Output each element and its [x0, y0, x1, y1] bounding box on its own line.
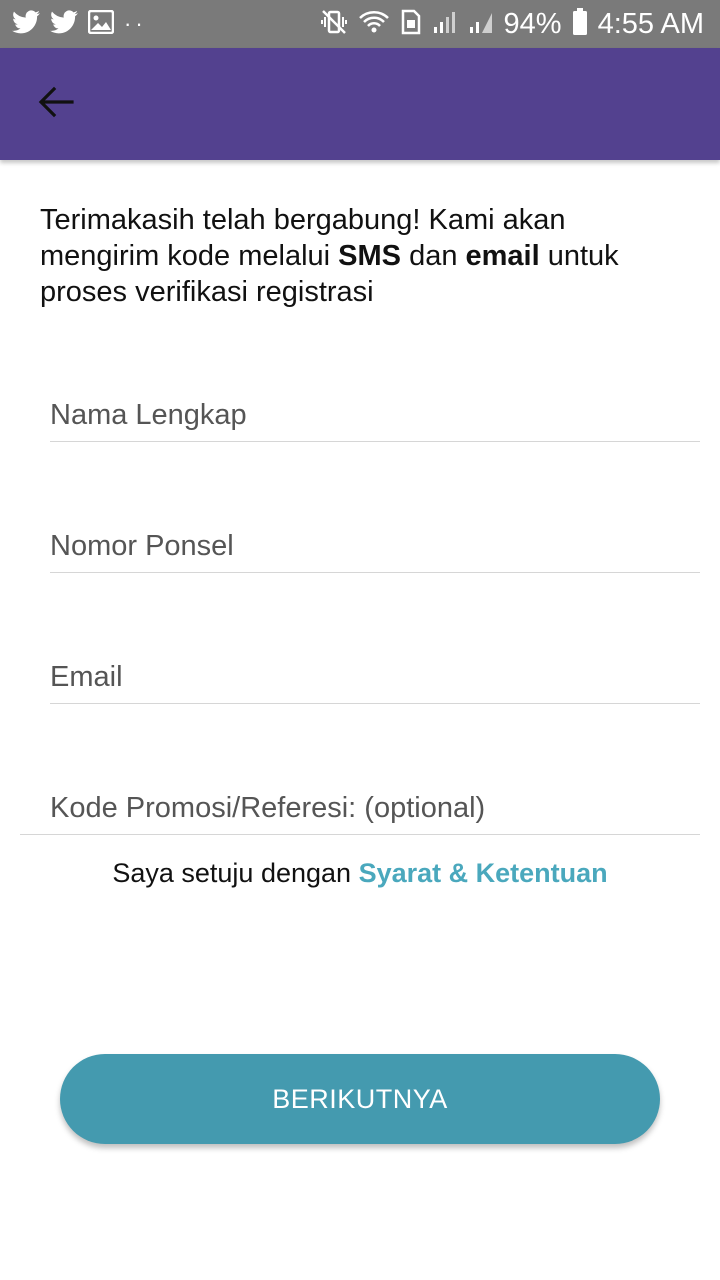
status-bar-right: 94% 4:55 AM: [320, 6, 704, 42]
intro-text-part2: dan: [401, 240, 466, 272]
twitter-icon: [12, 9, 40, 39]
app-bar: [0, 48, 720, 160]
promo-code-field[interactable]: [50, 788, 700, 828]
status-bar-left: ··: [12, 9, 147, 39]
full-name-field-container: [50, 382, 700, 442]
battery-percent: 94%: [503, 7, 562, 40]
signal-icon: [432, 9, 458, 40]
intro-text: Terimakasih telah bergabung! Kami akan m…: [40, 202, 680, 310]
next-button[interactable]: BERIKUTNYA: [60, 1054, 660, 1144]
phone-field[interactable]: [50, 526, 700, 566]
wifi-icon: [358, 8, 390, 41]
full-name-field[interactable]: [50, 395, 700, 435]
email-field[interactable]: [50, 657, 700, 697]
more-dots-icon: ··: [124, 11, 147, 36]
terms-text: Saya setuju dengan Syarat & Ketentuan: [0, 858, 720, 889]
back-button[interactable]: [28, 76, 84, 132]
intro-email: email: [465, 240, 540, 272]
signal-icon: [468, 9, 494, 40]
arrow-back-icon: [38, 86, 74, 123]
twitter-icon: [50, 9, 78, 39]
battery-icon: [572, 7, 588, 41]
status-bar: ·· 94% 4:55 AM: [0, 0, 720, 48]
sim-icon: [400, 9, 422, 40]
intro-sms: SMS: [338, 240, 402, 272]
vibrate-mute-icon: [320, 8, 348, 41]
phone-field-container: [50, 513, 700, 573]
terms-link[interactable]: Syarat & Ketentuan: [359, 858, 608, 888]
terms-label: Saya setuju dengan: [112, 858, 359, 888]
clock: 4:55 AM: [597, 7, 704, 40]
image-icon: [87, 9, 115, 39]
email-field-container: [50, 644, 700, 704]
promo-field-container: [20, 775, 700, 835]
